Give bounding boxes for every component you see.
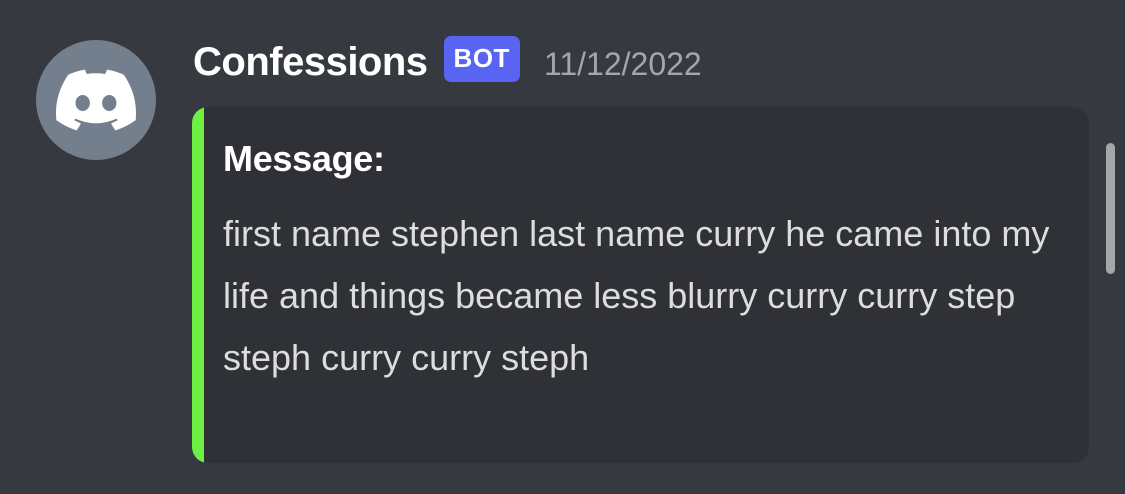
embed-accent-bar (192, 107, 204, 463)
discord-logo-icon (56, 69, 136, 131)
embed-field-value: first name stephen last name curry he ca… (223, 213, 1050, 378)
message: Confessions BOT 11/12/2022 Message: firs… (0, 0, 1125, 494)
bot-badge: BOT (443, 36, 520, 82)
username[interactable]: Confessions (193, 40, 428, 85)
embed-field-name: Message: (223, 138, 385, 179)
avatar[interactable] (36, 40, 156, 160)
scrollbar-thumb[interactable] (1106, 143, 1115, 274)
message-header: Confessions BOT 11/12/2022 (193, 34, 702, 90)
message-embed: Message: first name stephen last name cu… (192, 107, 1089, 463)
timestamp: 11/12/2022 (543, 45, 702, 82)
